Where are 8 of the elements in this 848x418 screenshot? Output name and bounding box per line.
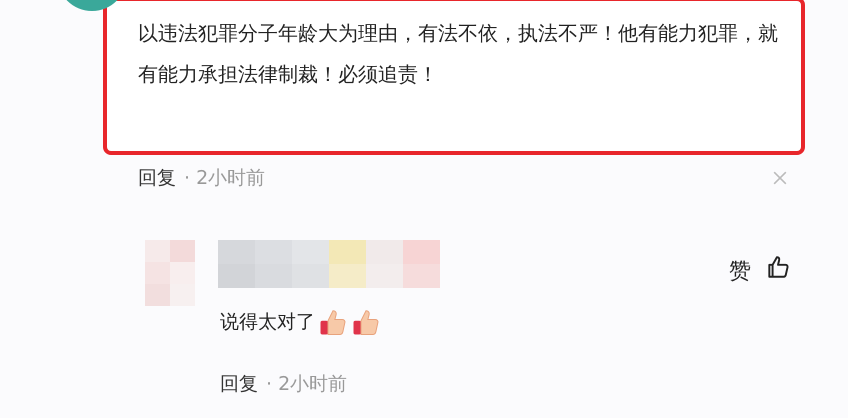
- blurred-avatar: [145, 240, 195, 306]
- comment-time: · 2小时前: [266, 372, 348, 397]
- reply-link[interactable]: 回复: [220, 371, 258, 397]
- like-label[interactable]: 赞: [729, 256, 751, 286]
- comment-text: 以违法犯罪分子年龄大为理由，有法不依，执法不严！他有能力犯罪，就有能力承担法律制裁！必须追责！: [138, 20, 779, 88]
- reply-link[interactable]: 回复: [138, 165, 176, 191]
- comment-text: 说得太对了: [220, 310, 315, 335]
- comment-time: · 2小时前: [184, 166, 266, 191]
